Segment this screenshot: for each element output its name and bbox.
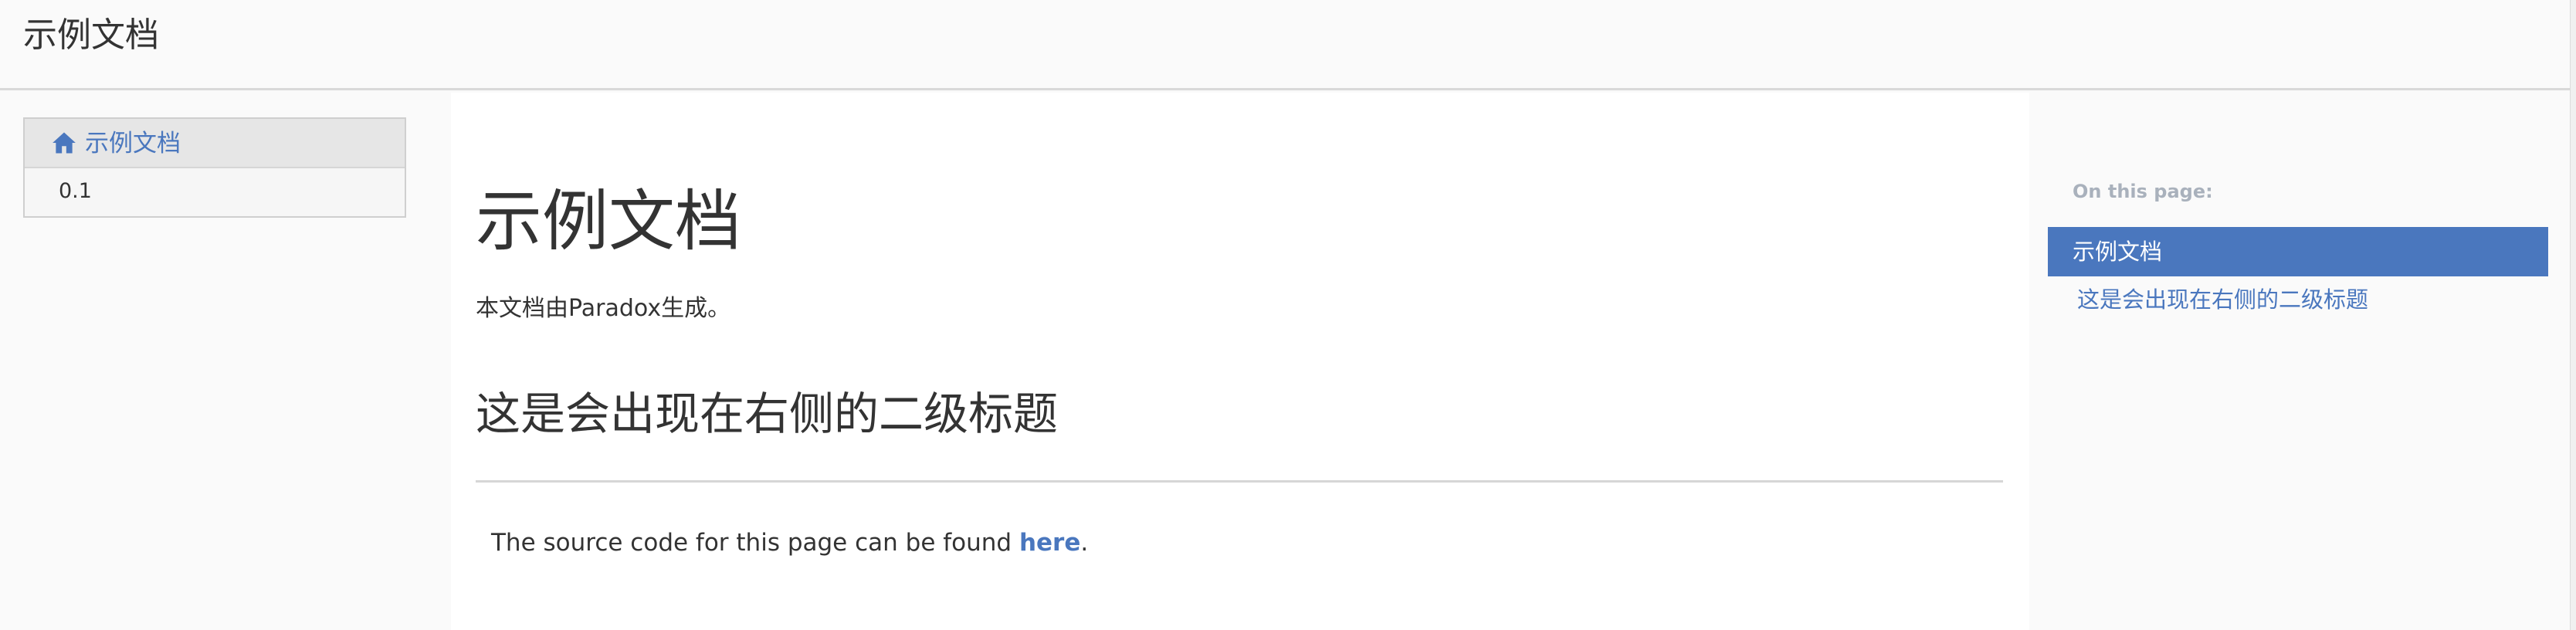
page-title: 示例文档	[476, 183, 741, 260]
toc-title: On this page:	[2073, 181, 2213, 202]
left-sidebar: 示例文档 0.1	[23, 117, 406, 218]
toc-item-label: 示例文档	[2073, 239, 2163, 265]
source-link[interactable]: here	[1019, 529, 1080, 557]
site-title[interactable]: 示例文档	[23, 12, 159, 59]
page-scrollbar[interactable]	[2570, 0, 2576, 630]
content-divider	[476, 480, 2003, 483]
section-heading: 这是会出现在右侧的二级标题	[476, 388, 1059, 440]
sidebar-item-home[interactable]: 示例文档	[25, 119, 405, 168]
main-content: 示例文档 本文档由Paradox生成。 这是会出现在右侧的二级标题 The so…	[451, 93, 2029, 630]
intro-text: 本文档由Paradox生成。	[476, 295, 731, 322]
sidebar-item-label: 示例文档	[85, 130, 181, 158]
toc-item-active[interactable]: 示例文档	[2048, 227, 2548, 276]
top-bar: 示例文档	[0, 0, 2570, 90]
home-icon	[51, 130, 77, 156]
source-note-suffix: .	[1080, 529, 1089, 557]
toc-item-subheading[interactable]: 这是会出现在右侧的二级标题	[2077, 283, 2368, 317]
source-note: The source code for this page can be fou…	[491, 525, 1088, 561]
source-note-text: The source code for this page can be fou…	[491, 529, 1019, 557]
sidebar-item-version[interactable]: 0.1	[25, 168, 405, 216]
sidebar-item-label: 0.1	[59, 179, 92, 203]
page-viewport: 示例文档 示例文档 0.1 示例文档 本文档由Paradox生成。 这是会出现在…	[0, 0, 2570, 630]
